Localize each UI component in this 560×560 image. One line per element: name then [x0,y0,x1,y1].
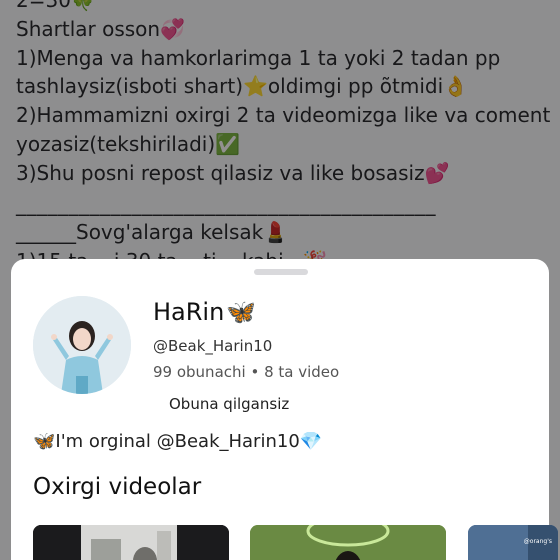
avatar-image [33,296,131,394]
profile-name-row: HaRin 🦋 [153,296,256,328]
thumbnail-caption: @orang's [523,538,552,545]
profile-name: HaRin [153,298,225,326]
recent-videos-title: Oxirgi videolar [33,474,202,500]
drag-handle[interactable] [254,269,308,275]
profile-username: @Beak_Harin10 [153,337,273,355]
avatar[interactable] [33,296,131,394]
subscribed-button[interactable]: Obuna qilgansiz [169,395,289,413]
profile-sheet: HaRin 🦋 @Beak_Harin10 99 obunachi • 8 ta… [11,259,558,560]
profile-bio: 🦋I'm orginal @Beak_Harin10💎 [33,431,323,452]
thumbnail-image [33,525,229,560]
butterfly-icon: 🦋 [226,298,257,326]
video-thumbnail[interactable]: @orang's [468,525,558,560]
video-thumbnail[interactable] [33,525,229,560]
profile-stats: 99 obunachi • 8 ta video [153,363,340,381]
thumbnail-image [250,525,446,560]
video-thumbnail[interactable] [250,525,446,560]
